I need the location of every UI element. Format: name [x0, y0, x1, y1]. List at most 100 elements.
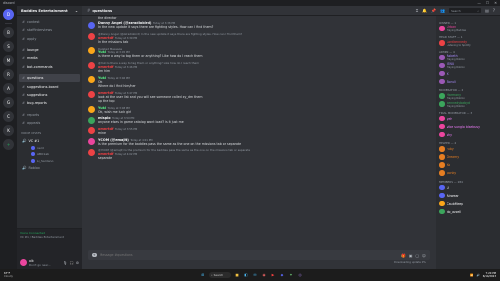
taskbar-app-icon[interactable]: ▶ — [270, 272, 276, 278]
message[interactable]: YCOM (@emajit) Today at 4:01 PM Is the pre… — [88, 136, 430, 147]
message[interactable]: @Danny Angel (@zzradiobird) In the new u… — [88, 31, 430, 45]
member-item[interactable]: shy — [439, 131, 497, 139]
server-icon[interactable]: A — [3, 83, 14, 94]
taskbar-search[interactable]: ⌕ Search — [209, 272, 231, 278]
channel-item[interactable]: # appeals — [19, 119, 80, 127]
member-item[interactable]: Ko — [439, 161, 497, 169]
voice-category[interactable]: voice chats — [19, 130, 80, 136]
emoji-icon[interactable]: ☺ — [422, 253, 426, 258]
member-item[interactable]: ponky — [439, 169, 497, 177]
clock[interactable]: 7:20 PM 6/14/2023 — [483, 272, 496, 278]
gif-icon[interactable]: ▣ — [409, 253, 413, 258]
message[interactable]: Deleted Message Yuki Today at 3:45 PM Is th… — [88, 45, 430, 59]
message[interactable]: @YCOM (@emajit) Is the premium for the b… — [88, 147, 430, 161]
home-button[interactable]: D — [3, 9, 14, 20]
taskbar-app-icon[interactable]: ✦ — [288, 272, 294, 278]
maximize-icon[interactable]: ☐ — [486, 1, 489, 5]
member-item[interactable]: CaubMeep — [439, 200, 497, 208]
avatar[interactable] — [88, 47, 95, 55]
taskbar-app-icon[interactable]: ◎ — [297, 272, 303, 278]
message[interactable]: @Yuki Is there a way to tag them or anyt… — [88, 60, 430, 74]
message-input[interactable] — [99, 253, 399, 257]
channel-item[interactable]: # lounge — [19, 46, 80, 54]
avatar[interactable] — [88, 148, 95, 156]
server-icon[interactable]: M — [3, 55, 14, 66]
guild-header[interactable]: Baddies Entertainment ⌄ — [17, 6, 82, 16]
taskbar-app-icon[interactable]: ◧ — [243, 272, 249, 278]
member-item[interactable]: yeh — [439, 115, 497, 123]
voice-user[interactable]: nerd — [19, 145, 80, 151]
minimize-icon[interactable]: — — [477, 1, 481, 5]
avatar[interactable] — [88, 21, 95, 29]
avatar[interactable] — [88, 91, 95, 99]
message[interactable]: mispio Today at 3:50 PM anyone elses in ga… — [88, 115, 430, 126]
avatar[interactable] — [88, 76, 95, 84]
channel-item[interactable]: # bot-commands — [19, 63, 80, 71]
channel-item[interactable]: # bug-reports — [19, 99, 80, 107]
taskbar-app-icon[interactable]: ■ — [234, 272, 240, 278]
voice-user[interactable]: ABO1ab — [19, 151, 80, 157]
add-server-icon[interactable]: + — [3, 139, 14, 150]
gift-icon[interactable]: 🎁 — [401, 253, 406, 258]
member-item[interactable]: Dreamy — [439, 153, 497, 161]
member-item[interactable]: do_azzell — [439, 208, 497, 216]
close-icon[interactable]: ✕ — [494, 1, 497, 5]
member-item[interactable]: Harmony Playing Roblox — [439, 92, 497, 100]
member-item[interactable]: Urban Playing Baddies — [439, 25, 497, 33]
member-item[interactable]: Asbeth Playing Roblox — [439, 54, 497, 62]
channel-item[interactable]: # contest — [19, 18, 80, 26]
author-name[interactable]: YCOM (@emajit) — [98, 138, 129, 142]
start-icon[interactable]: ⊞ — [200, 272, 206, 278]
add-attachment-icon[interactable]: + — [92, 252, 97, 258]
weather-widget[interactable]: 67°F Cloudy — [4, 272, 13, 278]
microphone-icon[interactable]: 🎙 — [63, 261, 67, 265]
channel-item[interactable]: # questions — [19, 74, 80, 83]
server-icon[interactable]: G — [3, 97, 14, 108]
headphones-icon[interactable]: 🎧 — [70, 261, 74, 265]
server-icon[interactable]: B — [3, 27, 14, 38]
message[interactable]: omnrtdf Today at 3:47 PM look at the user … — [88, 89, 430, 104]
members-icon[interactable]: 👥 — [440, 8, 445, 13]
avatar[interactable] — [88, 127, 95, 135]
threads-icon[interactable]: ⌗ — [416, 8, 418, 13]
server-icon[interactable]: S — [3, 41, 14, 52]
author-name[interactable]: omnrtdf — [98, 91, 113, 95]
server-icon[interactable]: K — [3, 125, 14, 136]
channel-item[interactable]: # media — [19, 54, 80, 62]
avatar[interactable] — [88, 61, 95, 69]
member-item[interactable]: kennedybabyd Playing Roblox — [439, 100, 497, 108]
wifi-icon[interactable]: 📶 — [470, 274, 473, 277]
message[interactable]: Danny Angel (@zzradiobird) Today at 3:38 … — [88, 20, 430, 31]
help-icon[interactable]: ? — [493, 8, 495, 13]
author-name[interactable]: Yuki — [98, 76, 106, 80]
server-icon[interactable]: R — [3, 69, 14, 80]
avatar[interactable] — [88, 106, 95, 113]
channel-item[interactable]: # reports — [19, 111, 80, 119]
channel-item[interactable]: # apply — [19, 35, 80, 43]
taskbar-app-icon[interactable]: ✉ — [252, 272, 258, 278]
channel-item[interactable]: # staffinterviews — [19, 26, 80, 34]
member-item[interactable]: Boruli — [439, 78, 497, 86]
member-item[interactable]: Airwear — [439, 192, 497, 200]
pin-icon[interactable]: 📌 — [431, 8, 436, 13]
volume-icon[interactable]: 🔊 — [476, 274, 479, 277]
voice-user[interactable]: Li_Sardano — [19, 158, 80, 164]
inbox-icon[interactable]: ▤ — [485, 8, 489, 13]
member-item[interactable]: ruby — [439, 145, 497, 153]
taskbar-app-icon[interactable]: ◆ — [279, 272, 285, 278]
member-item[interactable]: X — [439, 70, 497, 78]
message[interactable]: Yuki Today at 3:48 PM Ok, wish me luck gir… — [88, 104, 430, 115]
avatar[interactable] — [88, 138, 95, 146]
channel-item[interactable]: # suggestions-board — [19, 83, 80, 91]
channel-item[interactable]: # suggestions — [19, 91, 80, 99]
avatar[interactable] — [88, 116, 95, 124]
member-item[interactable]: vibe sunglo blsebusy — [439, 123, 497, 131]
voice-channel-info[interactable]: VC #1 / Baddies Entertainment — [20, 235, 79, 239]
search-input[interactable]: Search ⌕ — [449, 7, 482, 14]
avatar[interactable] — [20, 259, 27, 266]
avatar[interactable] — [88, 32, 95, 40]
member-item[interactable]: Lordkennedy Listening to Spotify — [439, 39, 497, 47]
author-name[interactable]: Yuki — [98, 106, 106, 110]
gear-icon[interactable]: ⚙ — [76, 261, 79, 265]
message[interactable]: omnrtdf Today at 3:55 PM mine — [88, 126, 430, 137]
